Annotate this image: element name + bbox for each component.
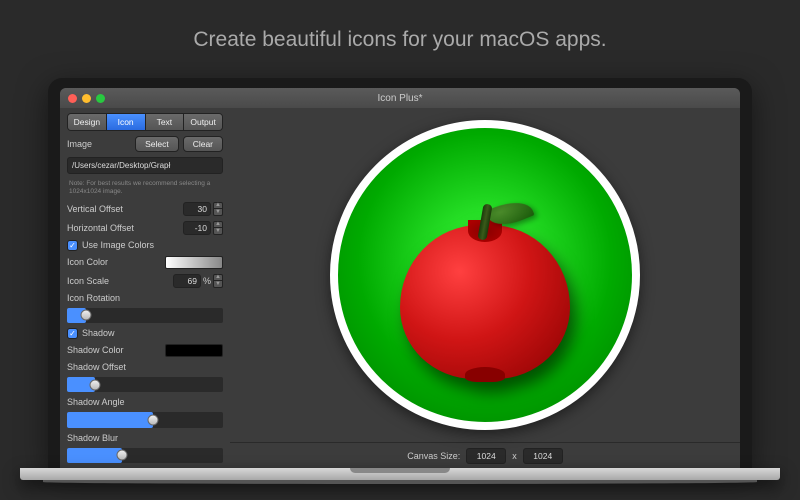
stepper-down-icon[interactable]: ▼ (213, 228, 223, 235)
percent-label: % (203, 276, 211, 286)
app-body: Design Icon Text Output Image Select Cle… (60, 108, 740, 468)
canvas-width-input[interactable] (466, 448, 506, 464)
use-image-colors-checkbox[interactable]: ✓ (67, 240, 78, 251)
image-path-field[interactable]: /Users/cezar/Desktop/Grapł (67, 157, 223, 174)
shadow-blur-slider[interactable] (67, 448, 223, 463)
stepper-up-icon[interactable]: ▲ (213, 221, 223, 228)
icon-color-label: Icon Color (67, 257, 108, 267)
stepper-down-icon[interactable]: ▼ (213, 209, 223, 216)
inspector-sidebar: Design Icon Text Output Image Select Cle… (60, 108, 230, 468)
shadow-blur-label: Shadow Blur (67, 433, 223, 443)
horizontal-offset-stepper[interactable]: ▲▼ (183, 221, 223, 235)
icon-scale-stepper[interactable]: % ▲▼ (173, 274, 223, 288)
icon-color-well[interactable] (165, 256, 223, 269)
laptop-base (20, 468, 780, 480)
shadow-angle-label: Shadow Angle (67, 397, 223, 407)
canvas-height-input[interactable] (523, 448, 563, 464)
tab-text[interactable]: Text (146, 114, 185, 130)
horizontal-offset-input[interactable] (183, 221, 211, 235)
tagline: Create beautiful icons for your macOS ap… (0, 0, 800, 70)
shadow-checkbox[interactable]: ✓ (67, 328, 78, 339)
vertical-offset-stepper[interactable]: ▲▼ (183, 202, 223, 216)
shadow-offset-slider[interactable] (67, 377, 223, 392)
icon-preview (330, 120, 640, 430)
laptop-frame: Icon Plus* Design Icon Text Output Image… (48, 78, 752, 480)
shadow-color-well[interactable] (165, 344, 223, 357)
image-note: Note: For best results we recommend sele… (67, 179, 223, 197)
icon-rotation-slider[interactable] (67, 308, 223, 323)
select-image-button[interactable]: Select (135, 136, 179, 152)
canvas-size-label: Canvas Size: (407, 451, 460, 461)
apple-body-icon (400, 225, 570, 379)
tab-icon[interactable]: Icon (107, 114, 146, 130)
x-label: x (512, 451, 517, 461)
tab-segmented-control: Design Icon Text Output (67, 113, 223, 131)
apple-icon (400, 200, 570, 380)
shadow-offset-label: Shadow Offset (67, 362, 223, 372)
window-title: Icon Plus* (377, 93, 422, 104)
clear-image-button[interactable]: Clear (183, 136, 223, 152)
icon-scale-input[interactable] (173, 274, 201, 288)
tab-output[interactable]: Output (184, 114, 222, 130)
maximize-icon[interactable] (96, 94, 105, 103)
canvas-panel: Canvas Size: x (230, 108, 740, 468)
shadow-angle-slider[interactable] (67, 412, 223, 427)
app-window: Icon Plus* Design Icon Text Output Image… (60, 88, 740, 468)
icon-rotation-label: Icon Rotation (67, 293, 223, 303)
icon-scale-label: Icon Scale (67, 276, 109, 286)
vertical-offset-label: Vertical Offset (67, 204, 123, 214)
vertical-offset-input[interactable] (183, 202, 211, 216)
horizontal-offset-label: Horizontal Offset (67, 223, 134, 233)
close-icon[interactable] (68, 94, 77, 103)
shadow-label: Shadow (82, 328, 115, 338)
traffic-lights (68, 94, 105, 103)
titlebar: Icon Plus* (60, 88, 740, 108)
tab-design[interactable]: Design (68, 114, 107, 130)
use-image-colors-label: Use Image Colors (82, 240, 154, 250)
canvas-footer: Canvas Size: x (230, 442, 740, 468)
stepper-down-icon[interactable]: ▼ (213, 281, 223, 288)
image-label: Image (67, 139, 92, 149)
screen-bezel: Icon Plus* Design Icon Text Output Image… (48, 78, 752, 468)
minimize-icon[interactable] (82, 94, 91, 103)
canvas-area[interactable] (230, 108, 740, 442)
shadow-color-label: Shadow Color (67, 345, 124, 355)
stepper-up-icon[interactable]: ▲ (213, 202, 223, 209)
stepper-up-icon[interactable]: ▲ (213, 274, 223, 281)
